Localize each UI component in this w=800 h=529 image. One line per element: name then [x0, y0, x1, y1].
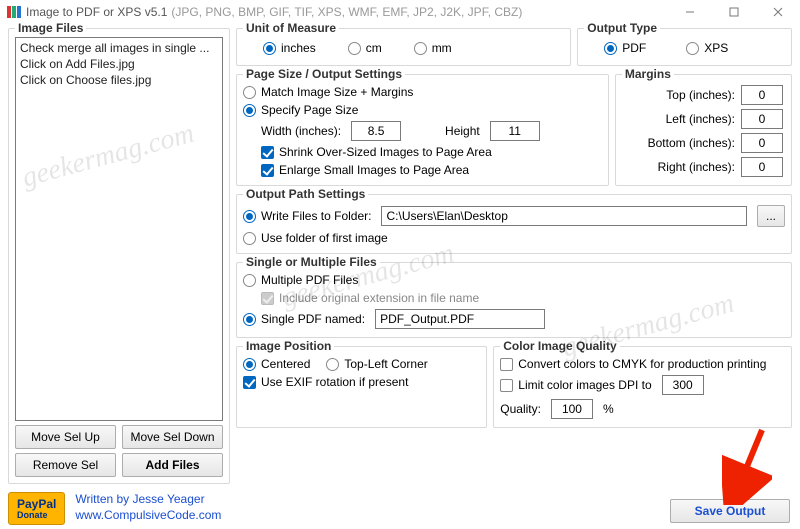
enlarge-images-check[interactable]: Enlarge Small Images to Page Area [261, 163, 469, 177]
paypal-label: PayPal [17, 497, 56, 511]
single-multiple-group: Single or Multiple Files Multiple PDF Fi… [236, 262, 792, 338]
margin-right-label: Right (inches): [658, 160, 735, 174]
dpi-input[interactable] [662, 375, 704, 395]
close-button[interactable] [756, 0, 800, 24]
donate-label: Donate [17, 511, 56, 520]
remove-sel-button[interactable]: Remove Sel [15, 453, 116, 477]
page-size-group: Page Size / Output Settings Match Image … [236, 74, 609, 186]
margin-top-input[interactable] [741, 85, 783, 105]
exif-check[interactable]: Use EXIF rotation if present [243, 375, 408, 389]
cmyk-check[interactable]: Convert colors to CMYK for production pr… [500, 357, 766, 371]
match-image-size-radio[interactable]: Match Image Size + Margins [243, 85, 413, 99]
author-label: Written by Jesse Yeager [75, 492, 221, 508]
margin-left-input[interactable] [741, 109, 783, 129]
output-pdf-radio[interactable]: PDF [604, 41, 646, 55]
radio-label: Specify Page Size [261, 103, 358, 117]
titlebar: Image to PDF or XPS v5.1 (JPG, PNG, BMP,… [0, 0, 800, 24]
check-label: Shrink Over-Sized Images to Page Area [279, 145, 492, 159]
website-link[interactable]: www.CompulsiveCode.com [75, 508, 221, 524]
move-sel-up-button[interactable]: Move Sel Up [15, 425, 116, 449]
radio-label: Centered [261, 357, 310, 371]
output-type-legend: Output Type [584, 21, 660, 35]
quality-input[interactable] [551, 399, 593, 419]
margin-right-input[interactable] [741, 157, 783, 177]
output-path-group: Output Path Settings Write Files to Fold… [236, 194, 792, 254]
quality-label: Quality: [500, 402, 541, 416]
radio-label: Write Files to Folder: [261, 209, 371, 223]
single-pdf-name-input[interactable] [375, 309, 545, 329]
radio-label: cm [366, 41, 382, 55]
save-output-button[interactable]: Save Output [670, 499, 790, 523]
supported-formats: (JPG, PNG, BMP, GIF, TIF, XPS, WMF, EMF,… [171, 5, 522, 19]
output-path-legend: Output Path Settings [243, 187, 368, 201]
height-label: Height [445, 124, 480, 138]
output-xps-radio[interactable]: XPS [686, 41, 728, 55]
color-quality-legend: Color Image Quality [500, 339, 619, 353]
radio-label: XPS [704, 41, 728, 55]
single-multiple-legend: Single or Multiple Files [243, 255, 380, 269]
unit-mm-radio[interactable]: mm [414, 41, 452, 55]
minimize-button[interactable] [668, 0, 712, 24]
radio-label: Match Image Size + Margins [261, 85, 413, 99]
app-icon [6, 4, 22, 20]
list-item[interactable]: Click on Add Files.jpg [20, 56, 218, 72]
margins-legend: Margins [622, 67, 674, 81]
width-input[interactable] [351, 121, 401, 141]
check-label: Enlarge Small Images to Page Area [279, 163, 469, 177]
image-position-group: Image Position Centered Top-Left Corner … [236, 346, 487, 428]
image-position-legend: Image Position [243, 339, 334, 353]
check-label: Use EXIF rotation if present [261, 375, 408, 389]
multiple-pdf-radio[interactable]: Multiple PDF Files [243, 273, 358, 287]
radio-label: PDF [622, 41, 646, 55]
margin-top-label: Top (inches): [666, 88, 735, 102]
width-label: Width (inches): [261, 124, 341, 138]
check-label: Include original extension in file name [279, 291, 479, 305]
maximize-button[interactable] [712, 0, 756, 24]
unit-cm-radio[interactable]: cm [348, 41, 382, 55]
single-pdf-radio[interactable]: Single PDF named: [243, 312, 365, 326]
output-type-group: Output Type PDF XPS [577, 28, 792, 66]
footer: PayPal Donate Written by Jesse Yeager ww… [8, 492, 221, 525]
list-item[interactable]: Click on Choose files.jpg [20, 72, 218, 88]
file-list[interactable]: Check merge all images in single ... Cli… [15, 37, 223, 421]
check-label: Limit color images DPI to [518, 378, 651, 392]
radio-label: mm [432, 41, 452, 55]
window-title: Image to PDF or XPS v5.1 [26, 5, 167, 19]
margin-bottom-label: Bottom (inches): [648, 136, 735, 150]
radio-label: Single PDF named: [261, 312, 365, 326]
use-first-folder-radio[interactable]: Use folder of first image [243, 231, 388, 245]
paypal-donate-button[interactable]: PayPal Donate [8, 492, 65, 525]
centered-radio[interactable]: Centered [243, 357, 310, 371]
page-size-legend: Page Size / Output Settings [243, 67, 405, 81]
radio-label: Multiple PDF Files [261, 273, 358, 287]
radio-label: inches [281, 41, 316, 55]
radio-label: Use folder of first image [261, 231, 388, 245]
write-to-folder-radio[interactable]: Write Files to Folder: [243, 209, 371, 223]
specify-page-size-radio[interactable]: Specify Page Size [243, 103, 358, 117]
include-ext-check: Include original extension in file name [261, 291, 479, 305]
unit-of-measure-group: Unit of Measure inches cm mm [236, 28, 571, 66]
browse-folder-button[interactable]: ... [757, 205, 785, 227]
image-files-group: Image Files Check merge all images in si… [8, 28, 230, 484]
color-quality-group: Color Image Quality Convert colors to CM… [493, 346, 792, 428]
output-folder-input[interactable] [381, 206, 747, 226]
height-input[interactable] [490, 121, 540, 141]
percent-label: % [603, 402, 614, 416]
margins-group: Margins Top (inches): Left (inches): Bot… [615, 74, 792, 186]
margin-left-label: Left (inches): [666, 112, 735, 126]
check-label: Convert colors to CMYK for production pr… [518, 357, 766, 371]
shrink-images-check[interactable]: Shrink Over-Sized Images to Page Area [261, 145, 492, 159]
radio-label: Top-Left Corner [344, 357, 427, 371]
top-left-radio[interactable]: Top-Left Corner [326, 357, 427, 371]
unit-legend: Unit of Measure [243, 21, 339, 35]
list-item[interactable]: Check merge all images in single ... [20, 40, 218, 56]
move-sel-down-button[interactable]: Move Sel Down [122, 425, 223, 449]
limit-dpi-check[interactable]: Limit color images DPI to [500, 378, 651, 392]
add-files-button[interactable]: Add Files [122, 453, 223, 477]
unit-inches-radio[interactable]: inches [263, 41, 316, 55]
image-files-legend: Image Files [15, 21, 86, 35]
margin-bottom-input[interactable] [741, 133, 783, 153]
